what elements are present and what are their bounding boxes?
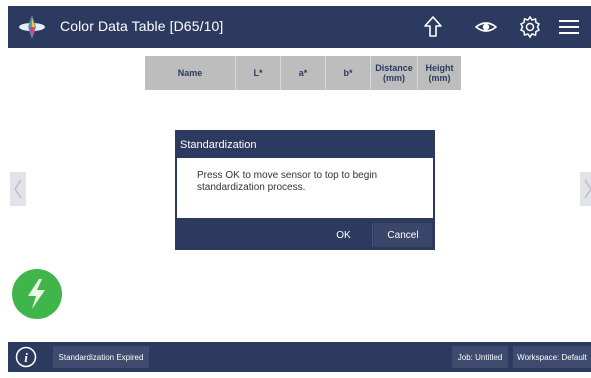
standardization-status-badge[interactable]: Standardization Expired xyxy=(53,346,149,368)
standardization-dialog: Standardization Press OK to move sensor … xyxy=(175,130,435,250)
column-header-name[interactable]: Name xyxy=(145,56,236,90)
svg-text:i: i xyxy=(24,350,28,365)
scroll-left-button[interactable] xyxy=(10,172,26,206)
column-header-height-unit: (mm) xyxy=(428,73,451,83)
app-window: Color Data Table [D65/10] Name L* a* b* xyxy=(8,6,591,372)
column-header-distance-unit: (mm) xyxy=(383,73,405,83)
upload-arrow-icon[interactable] xyxy=(420,14,446,40)
column-header-distance[interactable]: Distance (mm) xyxy=(371,56,418,90)
eye-icon[interactable] xyxy=(473,14,499,40)
status-bar: i Standardization Expired Job: Untitled … xyxy=(8,342,591,372)
chevron-right-icon xyxy=(584,179,591,199)
ok-button[interactable]: OK xyxy=(315,223,373,247)
app-logo xyxy=(19,15,45,39)
chevron-left-icon xyxy=(14,179,22,199)
column-header-height[interactable]: Height (mm) xyxy=(418,56,461,90)
job-badge[interactable]: Job: Untitled xyxy=(452,346,508,368)
top-app-bar: Color Data Table [D65/10] xyxy=(8,6,591,48)
scroll-right-button[interactable] xyxy=(580,172,591,206)
standardize-button[interactable] xyxy=(12,269,62,319)
gear-icon[interactable] xyxy=(517,14,543,40)
hamburger-menu-icon[interactable] xyxy=(556,14,582,40)
page-title: Color Data Table [D65/10] xyxy=(60,18,224,34)
workspace-badge[interactable]: Workspace: Default xyxy=(513,346,591,368)
column-header-a-star[interactable]: a* xyxy=(281,56,326,90)
column-header-b-star[interactable]: b* xyxy=(326,56,371,90)
color-table-header: Name L* a* b* Distance (mm) Height (mm) xyxy=(145,56,461,90)
column-header-l-star[interactable]: L* xyxy=(236,56,281,90)
column-header-distance-label: Distance xyxy=(375,63,413,73)
cancel-button[interactable]: Cancel xyxy=(374,223,432,247)
dialog-message: Press OK to move sensor to top to begin … xyxy=(197,170,378,193)
dialog-title: Standardization xyxy=(180,139,257,151)
dialog-body: Press OK to move sensor to top to begin … xyxy=(177,158,433,218)
column-header-height-label: Height xyxy=(425,63,454,73)
info-icon[interactable]: i xyxy=(15,346,37,368)
lightning-bolt-icon xyxy=(28,279,45,309)
